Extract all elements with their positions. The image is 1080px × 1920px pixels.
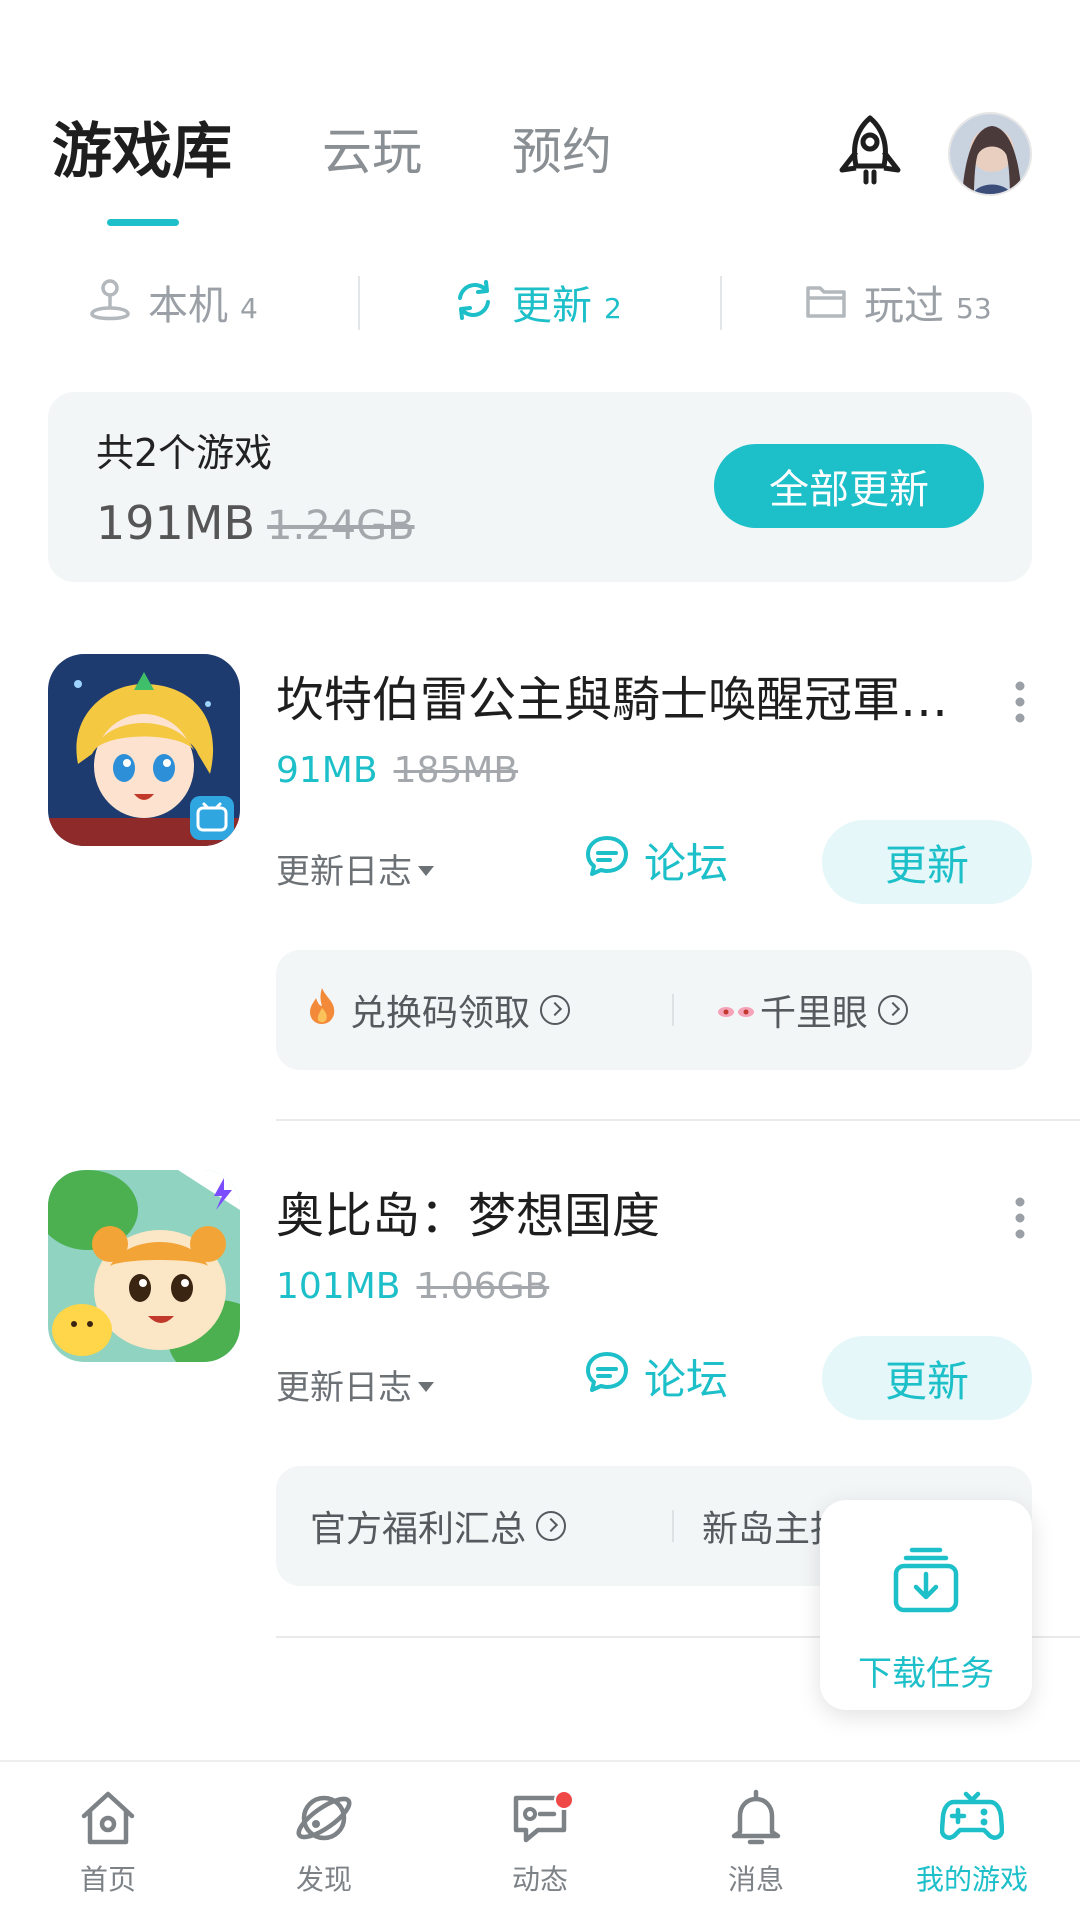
forum-link[interactable]: 论坛 (584, 830, 728, 891)
folder-icon (802, 276, 850, 328)
download-task-button[interactable]: 下载任务 (820, 1500, 1032, 1710)
summary-download-size: 191MB (96, 496, 256, 550)
tab-cloud-play[interactable]: 云玩 (322, 120, 422, 184)
more-options-icon[interactable] (1010, 1190, 1030, 1246)
caret-down-icon (418, 1381, 434, 1392)
nav-home-label: 首页 (79, 1863, 136, 1896)
promo-official-benefits[interactable]: 官方福利汇总 (310, 1466, 567, 1586)
promo-label: 千里眼 (760, 993, 869, 1034)
filter-row: 本机 4 更新 2 玩过 53 (0, 262, 1080, 342)
forum-label: 论坛 (644, 839, 729, 888)
promo-redeem-code[interactable]: 兑换码领取 (306, 950, 571, 1070)
filter-updates-count: 2 (604, 291, 622, 325)
filter-local[interactable]: 本机 4 (86, 262, 258, 342)
summary-title: 共2个游戏 (96, 431, 273, 475)
changelog-label: 更新日志 (276, 852, 412, 892)
refresh-icon (450, 276, 498, 328)
update-summary-card: 共2个游戏 191MB 1.24GB 全部更新 (48, 392, 1032, 582)
filter-divider (358, 276, 360, 330)
notification-badge (554, 1790, 574, 1810)
promo-label: 官方福利汇总 (310, 1509, 527, 1550)
arrow-circle-icon (878, 995, 909, 1025)
forum-label: 论坛 (644, 1355, 729, 1404)
tab-reservation[interactable]: 预约 (512, 120, 612, 184)
game-original-size: 185MB (393, 750, 519, 791)
game-title[interactable]: 奥比岛：梦想国度 (276, 1176, 956, 1246)
game-icon[interactable] (48, 654, 240, 846)
tab-game-library[interactable]: 游戏库 (52, 120, 232, 184)
game-download-size: 91MB (276, 750, 378, 791)
changelog-dropdown[interactable]: 更新日志 (276, 844, 434, 893)
filter-local-label: 本机 (148, 283, 228, 329)
arrow-circle-icon (540, 995, 571, 1025)
download-task-label: 下载任务 (858, 1654, 994, 1694)
bell-icon (676, 1786, 836, 1850)
user-avatar[interactable] (948, 112, 1032, 196)
game-icon[interactable] (48, 1170, 240, 1362)
home-icon (28, 1786, 188, 1850)
game-title[interactable]: 坎特伯雷公主與騎士喚醒冠軍… (276, 660, 956, 730)
filter-updates[interactable]: 更新 2 (450, 262, 622, 342)
update-all-button[interactable]: 全部更新 (714, 444, 984, 528)
list-divider (276, 1119, 1080, 1121)
changelog-label: 更新日志 (276, 1368, 412, 1408)
top-tab-bar: 游戏库 云玩 预约 (52, 120, 702, 184)
active-tab-indicator (107, 219, 179, 226)
promo-divider (672, 994, 674, 1026)
forum-chat-icon (584, 833, 644, 889)
rocket-icon[interactable] (830, 112, 910, 192)
more-options-icon[interactable] (1010, 674, 1030, 730)
nav-discover-label: 发现 (295, 1863, 352, 1896)
nav-my-games-label: 我的游戏 (915, 1863, 1028, 1896)
promo-card: 兑换码领取 千里眼 (276, 950, 1032, 1070)
promo-label: 兑换码领取 (350, 993, 531, 1034)
filter-played-label: 玩过 (864, 283, 944, 329)
game-original-size: 1.06GB (416, 1266, 550, 1307)
joystick-icon (86, 276, 134, 328)
forum-chat-icon (584, 1349, 644, 1405)
planet-icon (244, 1786, 404, 1850)
forum-link[interactable]: 论坛 (584, 1346, 728, 1407)
game-download-size: 101MB (276, 1266, 401, 1307)
eyes-icon (716, 990, 756, 1031)
chat-icon (460, 1786, 620, 1850)
changelog-dropdown[interactable]: 更新日志 (276, 1360, 434, 1409)
nav-discover[interactable]: 发现 (244, 1786, 404, 1916)
summary-size: 191MB 1.24GB (96, 496, 415, 550)
download-tray-icon (890, 1544, 962, 1620)
bottom-navigation: 首页 发现 动态 消息 我的游戏 (0, 1760, 1080, 1920)
update-button[interactable]: 更新 (822, 1336, 1032, 1420)
game-size-line: 101MB 1.06GB (276, 1266, 549, 1307)
nav-my-games[interactable]: 我的游戏 (892, 1786, 1052, 1916)
nav-messages-label: 消息 (727, 1863, 784, 1896)
arrow-circle-icon (536, 1511, 567, 1541)
summary-original-size: 1.24GB (267, 503, 415, 549)
caret-down-icon (418, 865, 434, 876)
fire-icon (306, 986, 338, 1035)
filter-played[interactable]: 玩过 53 (802, 262, 992, 342)
filter-updates-label: 更新 (512, 283, 592, 329)
nav-home[interactable]: 首页 (28, 1786, 188, 1916)
gamepad-icon (892, 1786, 1052, 1850)
filter-played-count: 53 (956, 291, 992, 325)
nav-messages[interactable]: 消息 (676, 1786, 836, 1916)
nav-feed-label: 动态 (511, 1863, 568, 1896)
filter-local-count: 4 (240, 291, 258, 325)
game-size-line: 91MB 185MB (276, 750, 518, 791)
promo-clairvoyance[interactable]: 千里眼 (716, 950, 909, 1070)
promo-divider (672, 1510, 674, 1542)
nav-feed[interactable]: 动态 (460, 1786, 620, 1916)
filter-divider (720, 276, 722, 330)
update-button[interactable]: 更新 (822, 820, 1032, 904)
